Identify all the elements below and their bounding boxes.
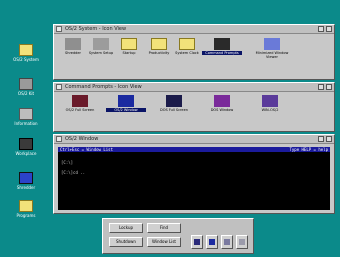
launchpad-drawer-4[interactable] (236, 235, 248, 249)
desktop-icon-label: OS/2 Kit (17, 91, 35, 96)
minimize-button[interactable] (318, 136, 324, 142)
maximize-button[interactable] (326, 136, 332, 142)
terminal-icon (194, 239, 200, 245)
folder-icon (151, 38, 167, 50)
window-titlebar[interactable]: OS/2 System - Icon View (54, 25, 334, 34)
launchpad-drawer-2[interactable] (206, 235, 218, 249)
desktop-icon-information[interactable]: Information (6, 108, 46, 126)
object-system-setup[interactable]: System Setup (88, 38, 114, 55)
folder-icon (121, 38, 137, 50)
window-menu-icon[interactable] (56, 84, 62, 90)
window-title: OS/2 Window (65, 136, 99, 142)
terminal-icon (166, 95, 182, 107)
folder-icon (19, 44, 33, 56)
desktop-icon-programs[interactable]: Programs (6, 200, 46, 218)
object-command-prompts[interactable]: Command Prompts (202, 38, 242, 55)
setup-icon (93, 38, 109, 50)
object-os2-window[interactable]: OS/2 Window (106, 95, 146, 112)
terminal-icon (262, 95, 278, 107)
window-menu-icon[interactable] (56, 136, 62, 142)
drive-icon (19, 78, 33, 90)
object-startup[interactable]: Startup (116, 38, 142, 55)
object-dos-window[interactable]: DOS Window (202, 95, 242, 112)
window-icon (209, 239, 215, 245)
desktop-icon-workplace[interactable]: Workplace (6, 138, 46, 156)
folder-icon (179, 38, 195, 50)
folder-icon (19, 200, 33, 212)
printer-icon (224, 239, 230, 245)
launchpad-drawer-1[interactable] (191, 235, 203, 249)
window-menu-icon[interactable] (56, 26, 62, 32)
object-os2-full-screen[interactable]: OS/2 Full Screen (60, 95, 100, 112)
shutdown-button[interactable]: Shutdown (109, 237, 143, 247)
launchpad-drawer-3[interactable] (221, 235, 233, 249)
command-output[interactable]: Ctrl+Esc = Window List Type HELP = help … (58, 147, 330, 210)
command-prompts-icon (214, 38, 230, 50)
object-minimized-window-viewer[interactable]: Minimized Window Viewer (254, 38, 290, 59)
desktop-icon-label: Information (14, 121, 38, 126)
desktop-icon-label: Workplace (15, 151, 37, 156)
desktop-icon-label: Shredder (16, 185, 36, 190)
window-title: Command Prompts - Icon View (65, 84, 142, 90)
object-productivity[interactable]: Productivity (146, 38, 172, 55)
object-system-clock[interactable]: System Clock (174, 38, 200, 55)
desktop-icon-os2-kit[interactable]: OS/2 Kit (6, 78, 46, 96)
help-icon (239, 239, 245, 245)
minimize-button[interactable] (318, 84, 324, 90)
object-shredder[interactable]: Shredder (60, 38, 86, 55)
terminal-icon (72, 95, 88, 107)
desktop-icon-shredder[interactable]: Shredder (6, 172, 46, 190)
find-button[interactable]: Find (147, 223, 181, 233)
window-list-button[interactable]: Window List (147, 237, 181, 247)
minimize-button[interactable] (318, 26, 324, 32)
launchpad: Lockup Find Shutdown Window List (102, 218, 254, 254)
window-title: OS/2 System - Icon View (65, 26, 127, 32)
system-window: OS/2 System - Icon View Shredder System … (53, 24, 335, 80)
desktop-icon-label: Programs (16, 213, 36, 218)
window-viewer-icon (264, 38, 280, 50)
desktop-icon-label: OS/2 System (13, 57, 39, 62)
window-titlebar[interactable]: OS/2 Window (54, 135, 334, 144)
lockup-button[interactable]: Lockup (109, 223, 143, 233)
info-icon (19, 108, 33, 120)
maximize-button[interactable] (326, 26, 332, 32)
workplace-icon (19, 138, 33, 150)
desktop-icon-os2-system[interactable]: OS/2 System (6, 44, 46, 62)
terminal-icon (214, 95, 230, 107)
object-dos-full-screen[interactable]: DOS Full Screen (154, 95, 194, 112)
os2-window: OS/2 Window Ctrl+Esc = Window List Type … (53, 134, 335, 214)
command-line (61, 175, 327, 180)
shredder-icon (65, 38, 81, 50)
terminal-icon (118, 95, 134, 107)
command-prompts-window: Command Prompts - Icon View OS/2 Full Sc… (53, 82, 335, 132)
object-win-os2[interactable]: WIN-OS/2 (250, 95, 290, 112)
maximize-button[interactable] (326, 84, 332, 90)
shredder-icon (19, 172, 33, 184)
command-header: Ctrl+Esc = Window List Type HELP = help (58, 147, 330, 152)
window-titlebar[interactable]: Command Prompts - Icon View (54, 83, 334, 92)
